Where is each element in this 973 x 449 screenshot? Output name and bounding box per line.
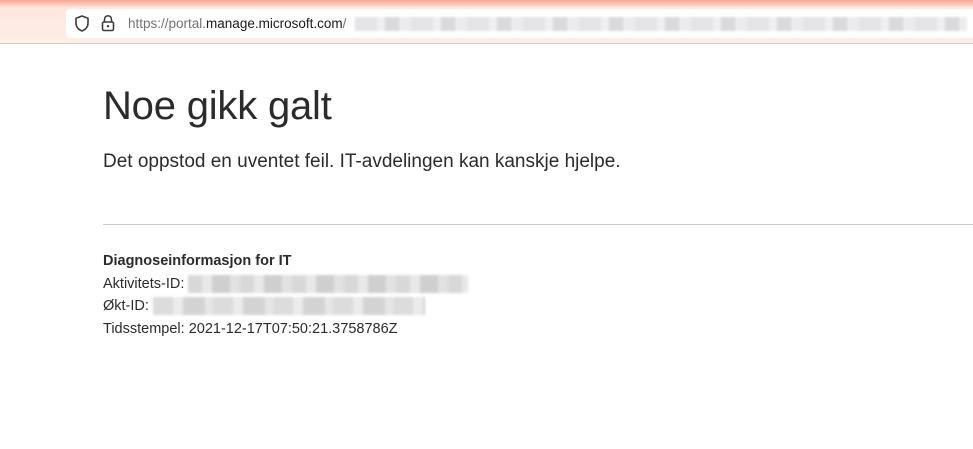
activity-id-row: Aktivitets-ID: — [103, 273, 469, 296]
activity-id-redacted — [188, 274, 469, 293]
page-subtitle: Det oppstod en uventet feil. IT-avdeling… — [103, 151, 621, 172]
browser-toolbar: https://portal.manage.microsoft.com/ — [0, 0, 973, 44]
address-bar[interactable]: https://portal.manage.microsoft.com/ — [66, 9, 973, 38]
page-title: Noe gikk galt — [103, 84, 332, 128]
timestamp-label: Tidsstempel: — [103, 320, 185, 337]
session-id-row: Økt-ID: — [103, 295, 468, 318]
session-id-redacted — [152, 297, 425, 316]
url-text: https://portal.manage.microsoft.com/ — [128, 16, 346, 31]
url-prefix: https://portal. — [128, 16, 207, 31]
activity-id-label: Aktivitets-ID: — [103, 275, 185, 292]
diagnostics-heading: Diagnoseinformasjon for IT — [103, 253, 292, 269]
session-id-label: Økt-ID: — [103, 298, 149, 314]
url-domain: manage.microsoft.com — [206, 16, 343, 31]
shield-icon[interactable] — [74, 15, 90, 32]
url-suffix: / — [342, 16, 347, 31]
timestamp-row: Tidsstempel: 2021-12-17T07:50:21.3758786… — [103, 318, 468, 341]
diagnostics-section: Diagnoseinformasjon for IT Aktivitets-ID… — [103, 250, 469, 341]
timestamp-value: 2021-12-17T07:50:21.3758786Z — [188, 320, 398, 337]
divider — [103, 224, 973, 225]
url-redacted-area — [355, 17, 967, 31]
lock-icon[interactable] — [101, 14, 115, 32]
